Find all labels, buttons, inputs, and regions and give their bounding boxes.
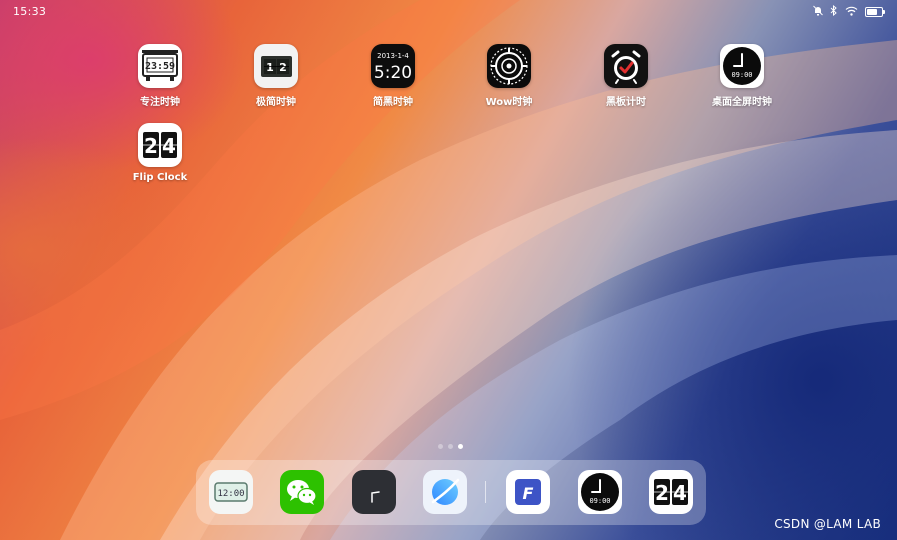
date-clock-icon: 2013-1-4 5:20 [371, 44, 415, 88]
app-minimal-clock[interactable]: 1 2 极简时钟 [226, 44, 326, 108]
app-fullscreen-clock[interactable]: 09:00 桌面全屏时钟 [692, 44, 792, 108]
app-label: 专注时钟 [140, 97, 180, 108]
app-label: Wow时钟 [485, 97, 533, 108]
digital-clock-icon: 23:59 [138, 44, 182, 88]
status-bar: 15:33 [0, 0, 897, 22]
svg-text:2: 2 [144, 134, 158, 158]
dock-app-wechat[interactable] [280, 470, 324, 514]
page-indicator[interactable] [438, 444, 463, 449]
alarm-check-icon [604, 44, 648, 88]
app-simple-black-clock[interactable]: 2013-1-4 5:20 简黑时钟 [343, 44, 443, 108]
page-dot-active[interactable] [458, 444, 463, 449]
page-dot[interactable] [438, 444, 443, 449]
flip-clock-icon: 1 2 [254, 44, 298, 88]
app-focus-clock[interactable]: 23:59 专注时钟 [110, 44, 210, 108]
app-label: 简黑时钟 [373, 97, 413, 108]
svg-text:2: 2 [655, 481, 669, 505]
dock-app-flip-clock[interactable]: 2 4 [649, 470, 693, 514]
watermark: CSDN @LAM LAB [774, 517, 881, 531]
dock-app-f-doc[interactable]: F [506, 470, 550, 514]
analog-clock-icon: 09:00 [581, 473, 619, 511]
bell-off-icon [813, 5, 823, 19]
icon-time-text: 09:00 [731, 71, 752, 79]
dock-icon-text: 12:00 [217, 489, 244, 499]
battery-icon [865, 7, 885, 17]
radial-clock-icon [487, 44, 531, 88]
wifi-icon [845, 6, 858, 19]
status-icons [813, 4, 885, 19]
page-dot[interactable] [448, 444, 453, 449]
svg-text:1: 1 [266, 61, 274, 74]
app-label: 极简时钟 [256, 97, 296, 108]
flip-clock-24-icon: 2 4 [138, 123, 182, 167]
app-label: 黑板计时 [606, 97, 646, 108]
svg-text:4: 4 [162, 134, 176, 158]
status-time: 15:33 [13, 5, 47, 18]
flip-clock-24-icon: 2 4 [654, 479, 688, 505]
analog-clock-icon: 09:00 [720, 44, 764, 88]
bluetooth-icon [830, 4, 838, 19]
dock-app-fullscreen-clock[interactable]: 09:00 [578, 470, 622, 514]
dock-icon-text: F [523, 484, 534, 503]
lcd-clock-icon: 12:00 [214, 482, 248, 502]
icon-date-text: 2013-1-4 [377, 52, 409, 60]
app-blackboard-timer[interactable]: 黑板计时 [576, 44, 676, 108]
app-label: 桌面全屏时钟 [712, 97, 772, 108]
svg-text:4: 4 [673, 481, 687, 505]
icon-time-text: 5:20 [374, 63, 412, 83]
svg-text:23:59: 23:59 [145, 61, 175, 72]
svg-text:2: 2 [279, 61, 287, 74]
dark-corner-clock-icon [371, 491, 380, 503]
dock-app-browser[interactable] [423, 470, 467, 514]
app-wow-clock[interactable]: Wow时钟 [459, 44, 559, 108]
f-doc-icon: F [515, 479, 541, 505]
dock-icon-text: 09:00 [589, 497, 610, 505]
dock-app-lcd-clock[interactable]: 12:00 [209, 470, 253, 514]
wechat-icon [287, 480, 317, 505]
browser-icon [431, 478, 460, 505]
dock-separator [485, 481, 486, 503]
battery-fill [867, 9, 877, 15]
app-label: Flip Clock [132, 172, 188, 183]
app-flip-clock[interactable]: 2 4 Flip Clock [110, 123, 210, 183]
dock-app-dark-clock[interactable] [352, 470, 396, 514]
